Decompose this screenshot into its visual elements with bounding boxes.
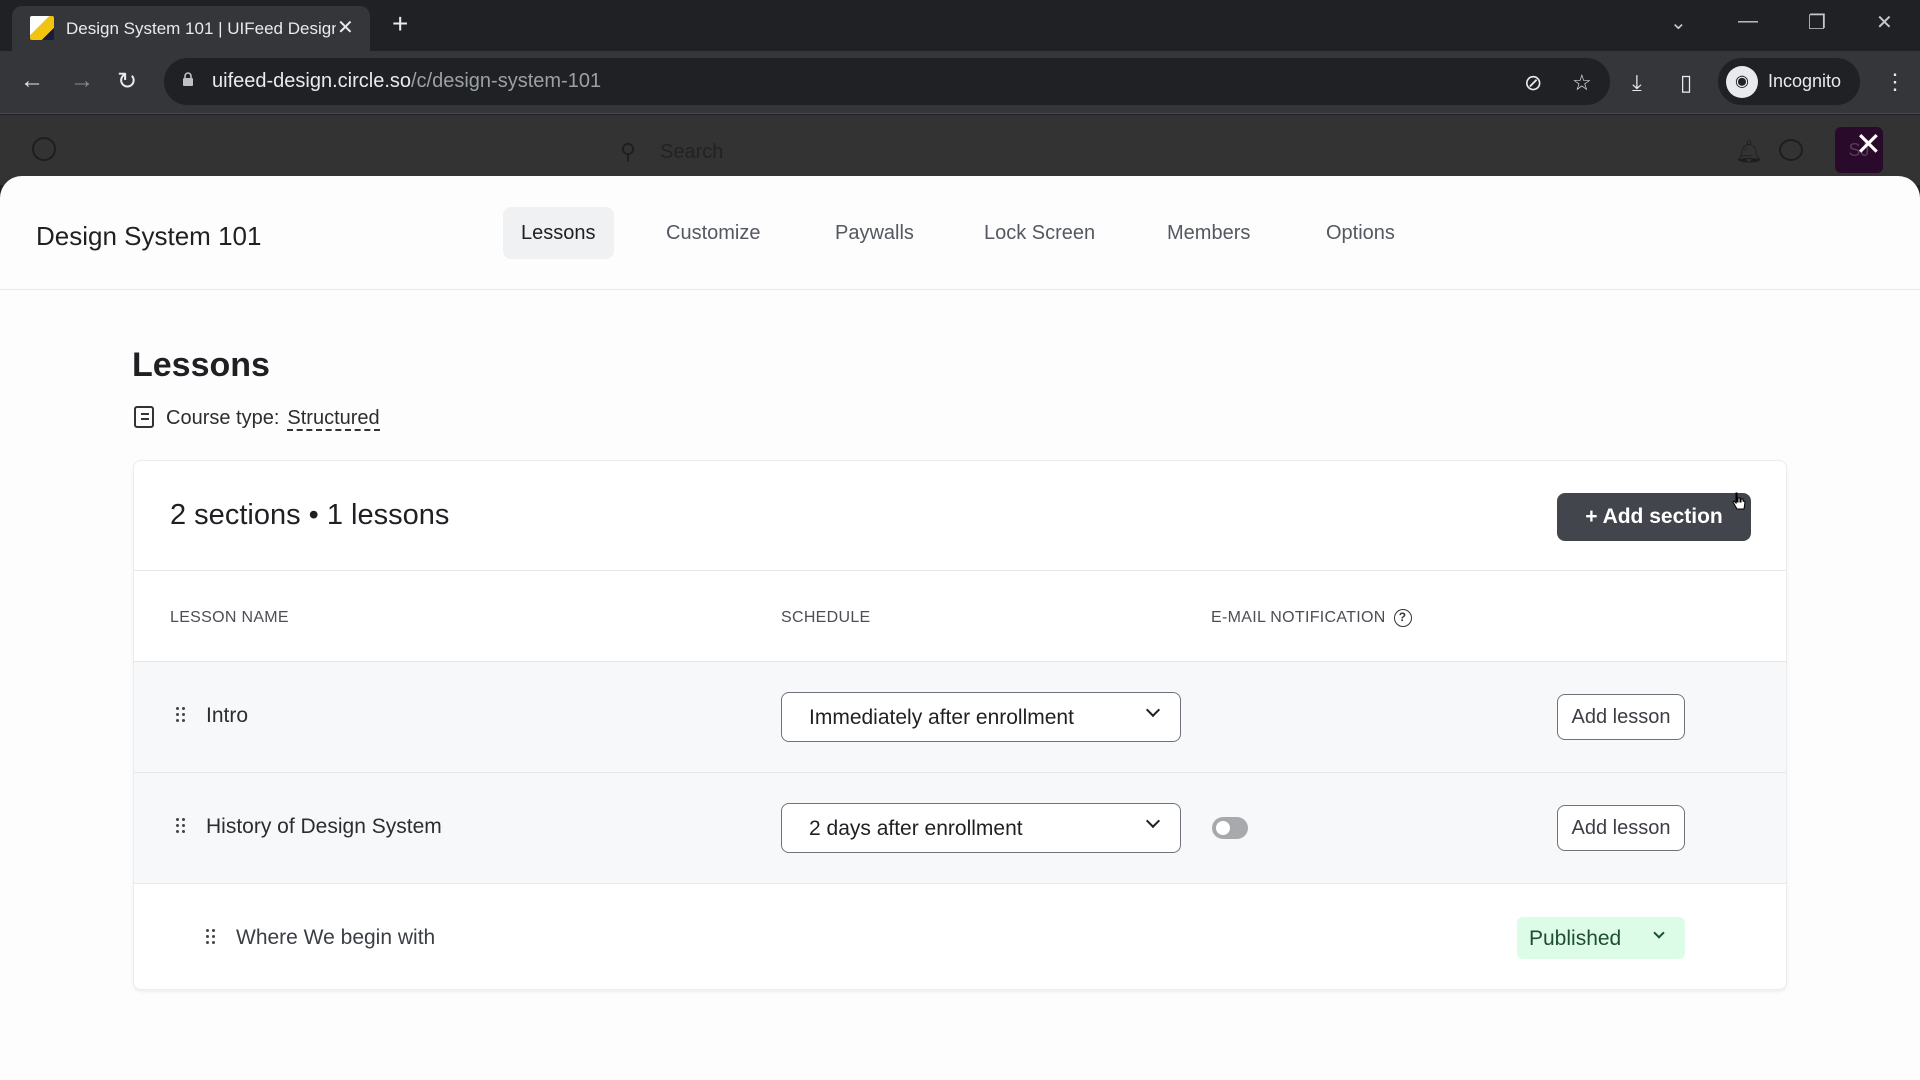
incognito-icon: ◉ — [1726, 66, 1758, 98]
table-row: History of Design System 2 days after en… — [134, 773, 1786, 884]
tab-lessons[interactable]: Lessons — [503, 207, 614, 259]
table-row: Intro Immediately after enrollment Add l… — [134, 662, 1786, 773]
app-header: ⚲ Search 🔔︎ SJ — [0, 115, 1920, 185]
schedule-value: 2 days after enrollment — [809, 817, 1023, 840]
status-dropdown[interactable]: Published — [1517, 917, 1685, 959]
course-type-label: Course type: — [166, 407, 280, 429]
tab-paywalls[interactable]: Paywalls — [817, 207, 932, 259]
add-lesson-button[interactable]: Add lesson — [1557, 805, 1685, 851]
card-header: 2 sections • 1 lessons + Add section — [134, 461, 1786, 571]
download-icon[interactable]: ⤓ — [1632, 70, 1642, 96]
add-section-button[interactable]: + Add section — [1557, 493, 1751, 541]
tab-options[interactable]: Options — [1308, 207, 1413, 259]
lesson-name[interactable]: Where We begin with — [236, 926, 435, 950]
browser-tab-bar: Design System 101 | UIFeed Design ✕ + ⌄ … — [0, 0, 1920, 51]
section-name[interactable]: Intro — [206, 704, 248, 728]
toggle-knob — [1216, 821, 1230, 835]
incognito-profile[interactable]: ◉ Incognito — [1718, 58, 1860, 105]
browser-tab[interactable]: Design System 101 | UIFeed Design ✕ — [12, 6, 370, 51]
course-type: Course type: Structured — [134, 406, 380, 431]
kebab-menu-icon[interactable]: ⋮ — [1884, 69, 1906, 95]
tab-members[interactable]: Members — [1149, 207, 1268, 259]
chevron-down-icon — [1653, 927, 1665, 939]
course-settings-modal: Design System 101 Lessons Customize Payw… — [0, 176, 1920, 1080]
lessons-card: 2 sections • 1 lessons + Add section LES… — [133, 460, 1787, 990]
search-icon: ⚲ — [620, 139, 637, 164]
eye-off-icon[interactable]: ⊘ — [1524, 70, 1542, 96]
chat-icon[interactable] — [1779, 139, 1803, 161]
close-tab-icon[interactable]: ✕ — [337, 15, 354, 40]
schedule-select[interactable]: Immediately after enrollment — [781, 692, 1181, 742]
drag-handle-icon[interactable] — [176, 707, 186, 723]
notebook-icon — [134, 406, 154, 428]
drag-handle-icon[interactable] — [206, 929, 216, 945]
status-badge: Published — [1529, 927, 1622, 950]
column-email-notification: E-MAIL NOTIFICATION? — [1211, 609, 1412, 627]
help-icon[interactable]: ? — [1393, 609, 1412, 627]
table-header: LESSON NAME SCHEDULE E-MAIL NOTIFICATION… — [134, 571, 1786, 662]
course-title: Design System 101 — [36, 221, 262, 251]
bell-icon[interactable]: 🔔︎ — [1735, 139, 1763, 165]
window-close-icon[interactable]: ✕ — [1876, 10, 1893, 35]
url-text: uifeed-design.circle.so/c/design-system-… — [212, 70, 602, 92]
new-tab-icon[interactable]: + — [392, 8, 408, 40]
drag-handle-icon[interactable] — [176, 818, 186, 834]
sections-lessons-count: 2 sections • 1 lessons — [170, 499, 450, 531]
tab-lock-screen[interactable]: Lock Screen — [966, 207, 1113, 259]
chevron-down-icon — [1145, 813, 1161, 829]
restore-icon[interactable]: ❐ — [1808, 10, 1826, 35]
lock-icon — [183, 72, 193, 86]
course-type-value[interactable]: Structured — [287, 407, 380, 431]
tab-title: Design System 101 | UIFeed Design — [66, 19, 336, 38]
add-lesson-button[interactable]: Add lesson — [1557, 694, 1685, 740]
star-icon[interactable]: ☆ — [1572, 70, 1592, 96]
tab-customize[interactable]: Customize — [648, 207, 778, 259]
section-name[interactable]: History of Design System — [206, 815, 442, 839]
schedule-value: Immediately after enrollment — [809, 706, 1074, 729]
reload-icon[interactable]: ↻ — [117, 67, 137, 96]
back-icon[interactable]: ← — [20, 67, 44, 95]
side-panel-icon[interactable]: ▯ — [1680, 70, 1692, 96]
modal-close-icon[interactable]: ✕ — [1855, 128, 1882, 160]
schedule-select[interactable]: 2 days after enrollment — [781, 803, 1181, 853]
forward-icon[interactable]: → — [70, 67, 94, 95]
profile-label: Incognito — [1768, 71, 1842, 91]
browser-toolbar: ← → ↻ uifeed-design.circle.so/c/design-s… — [0, 51, 1920, 114]
address-bar[interactable]: uifeed-design.circle.so/c/design-system-… — [164, 58, 1610, 105]
modal-header: Design System 101 Lessons Customize Payw… — [0, 176, 1920, 290]
tab-search-chevron-icon[interactable]: ⌄ — [1670, 10, 1687, 35]
hand-cursor-icon — [1732, 492, 1746, 510]
lesson-row: Where We begin with Published — [134, 884, 1786, 989]
minimize-icon[interactable]: — — [1738, 10, 1758, 33]
column-schedule: SCHEDULE — [781, 609, 871, 626]
site-favicon-icon — [30, 16, 54, 40]
chevron-down-icon — [1145, 702, 1161, 718]
page-title: Lessons — [132, 346, 270, 384]
column-lesson-name: LESSON NAME — [170, 609, 289, 626]
community-menu-icon[interactable] — [32, 137, 56, 161]
search-input[interactable]: Search — [660, 141, 723, 164]
email-notification-toggle[interactable] — [1212, 817, 1248, 839]
